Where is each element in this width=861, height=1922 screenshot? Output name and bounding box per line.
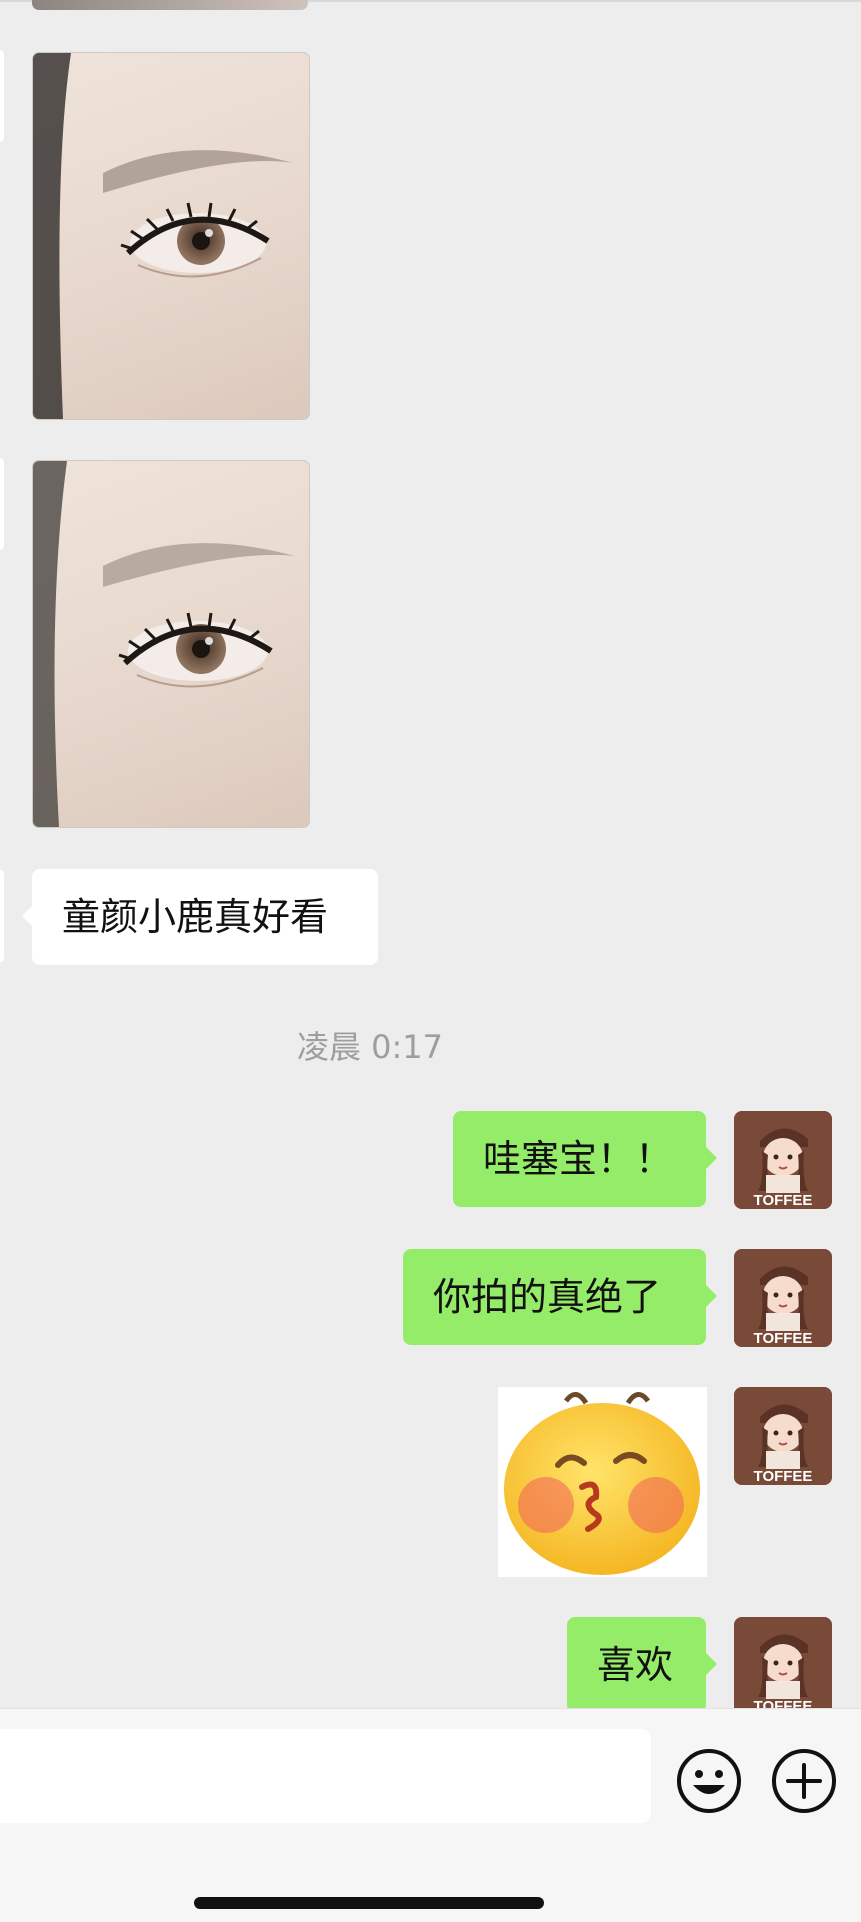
toffee-avatar-icon: TOFFEE	[734, 1387, 832, 1485]
svg-text:TOFFEE: TOFFEE	[754, 1468, 813, 1485]
home-indicator[interactable]	[194, 1897, 544, 1909]
blushing-kiss-emoji-icon	[504, 1392, 700, 1575]
emoji-button[interactable]	[675, 1747, 743, 1815]
smiley-face-icon	[677, 1749, 741, 1813]
input-bar	[0, 1708, 861, 1922]
toffee-avatar-icon: TOFFEE	[734, 1111, 832, 1209]
more-options-button[interactable]	[770, 1747, 838, 1815]
message-text: 哇塞宝！！	[483, 1137, 674, 1181]
avatar[interactable]: TOFFEE	[734, 1617, 832, 1708]
svg-text:TOFFEE: TOFFEE	[754, 1330, 813, 1347]
sender-avatar-edge[interactable]	[0, 50, 4, 142]
avatar[interactable]: TOFFEE	[734, 1249, 832, 1347]
sender-avatar-edge[interactable]	[0, 458, 4, 550]
toffee-avatar-icon: TOFFEE	[734, 1249, 832, 1347]
chat-area[interactable]: 童颜小鹿真好看 凌晨 0:17 哇塞宝！！ TOFFEE 你拍的真绝了 TOFF…	[0, 0, 861, 1708]
plus-circle-icon	[772, 1749, 836, 1813]
message-input[interactable]	[0, 1729, 651, 1823]
avatar[interactable]: TOFFEE	[734, 1111, 832, 1209]
sticker-message[interactable]	[498, 1387, 707, 1577]
sender-avatar-edge[interactable]	[0, 870, 4, 962]
svg-text:TOFFEE: TOFFEE	[754, 1698, 813, 1708]
outgoing-message-bubble[interactable]: 喜欢	[567, 1617, 717, 1708]
message-timestamp: 凌晨 0:17	[296, 1028, 444, 1066]
outgoing-message-bubble[interactable]: 你拍的真绝了	[403, 1249, 717, 1345]
message-text: 你拍的真绝了	[433, 1275, 662, 1319]
eye-closeup-photo	[33, 461, 295, 827]
photo-message[interactable]	[32, 52, 310, 420]
svg-text:TOFFEE: TOFFEE	[754, 1192, 813, 1209]
eye-closeup-photo	[33, 53, 293, 419]
photo-message[interactable]	[32, 460, 310, 828]
message-text: 喜欢	[597, 1643, 674, 1687]
avatar[interactable]: TOFFEE	[734, 1387, 832, 1485]
toffee-avatar-icon: TOFFEE	[734, 1617, 832, 1708]
outgoing-message-bubble[interactable]: 哇塞宝！！	[453, 1111, 717, 1207]
message-text: 童颜小鹿真好看	[62, 895, 329, 939]
incoming-message-bubble[interactable]: 童颜小鹿真好看	[22, 869, 378, 965]
previous-photo-message[interactable]	[32, 0, 308, 10]
